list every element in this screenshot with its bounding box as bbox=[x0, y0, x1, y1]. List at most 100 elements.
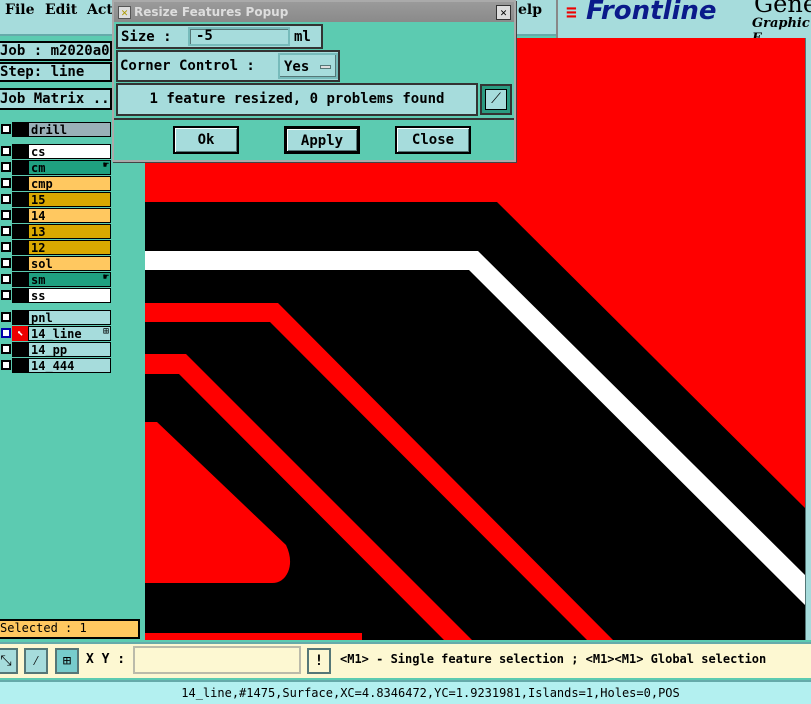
layer-name[interactable]: cmp bbox=[28, 176, 111, 191]
layer-checkbox[interactable] bbox=[1, 312, 11, 322]
size-unit: ml bbox=[294, 29, 311, 45]
layer-checkbox[interactable] bbox=[1, 124, 11, 134]
layer-marker bbox=[12, 176, 28, 191]
layer-marker bbox=[12, 310, 28, 325]
layer-row[interactable]: cs bbox=[0, 144, 112, 159]
layer-checkbox[interactable] bbox=[1, 194, 11, 204]
layer-name[interactable]: 14_444 bbox=[28, 358, 111, 373]
layer-checkbox[interactable] bbox=[1, 162, 11, 172]
apply-button[interactable]: Apply bbox=[284, 126, 360, 154]
selected-count: Selected : 1 bbox=[0, 619, 140, 639]
layer-mark-icon: ☛ bbox=[102, 272, 109, 283]
layer-checkbox[interactable] bbox=[1, 258, 11, 268]
corner-control-row: Corner Control : Yes bbox=[116, 50, 340, 82]
layer-name[interactable]: pnl bbox=[28, 310, 111, 325]
layer-marker bbox=[12, 144, 28, 159]
layer-row[interactable]: cm ☛ bbox=[0, 160, 112, 175]
layer-marker bbox=[12, 224, 28, 239]
red-bottom-bar bbox=[145, 633, 362, 640]
layer-marker bbox=[12, 288, 28, 303]
layer-row[interactable]: sol bbox=[0, 256, 112, 271]
layer-checkbox[interactable] bbox=[1, 146, 11, 156]
grid-snap-icon[interactable]: ⊞ bbox=[55, 648, 79, 674]
layer-marker bbox=[12, 342, 28, 357]
step-name: Step: line bbox=[0, 62, 112, 82]
layer-row[interactable]: 13 bbox=[0, 224, 112, 239]
layer-marker bbox=[12, 208, 28, 223]
layer-checkbox[interactable] bbox=[1, 328, 11, 338]
size-row: Size : -5 ml bbox=[116, 24, 323, 49]
layer-row[interactable]: 15 bbox=[0, 192, 112, 207]
menu-help[interactable]: elp bbox=[518, 2, 542, 18]
layer-name[interactable]: cm bbox=[28, 160, 111, 175]
layer-checkbox[interactable] bbox=[1, 360, 11, 370]
layer-checkbox[interactable] bbox=[1, 290, 11, 300]
layer-name[interactable]: cs bbox=[28, 144, 111, 159]
exclamation-icon[interactable]: ! bbox=[307, 648, 331, 674]
layer-marker bbox=[12, 256, 28, 271]
ok-button[interactable]: Ok bbox=[173, 126, 239, 154]
layer-name[interactable]: 14_line bbox=[28, 326, 111, 341]
layer-row[interactable]: 12 bbox=[0, 240, 112, 255]
layer-row[interactable]: 14_pp bbox=[0, 342, 112, 357]
graph-icon: ⟋ bbox=[485, 89, 507, 110]
layer-mark-icon: ⊞ bbox=[102, 326, 109, 337]
close-button[interactable]: Close bbox=[395, 126, 471, 154]
layer-marker bbox=[12, 160, 28, 175]
size-input[interactable]: -5 bbox=[188, 27, 290, 46]
layer-row[interactable]: ss bbox=[0, 288, 112, 303]
window-menu-icon[interactable]: ✕ bbox=[118, 6, 131, 19]
result-message: 1 feature resized, 0 problems found bbox=[116, 83, 478, 116]
layer-row[interactable]: 14_444 bbox=[0, 358, 112, 373]
layer-name[interactable]: drill bbox=[28, 122, 111, 137]
layer-list: drill cs cm ☛ cmp 15 14 13 12 sol sm ☛ ss pnl ⬉ 14_line… bbox=[0, 120, 113, 384]
measure-icon[interactable]: ⁄ bbox=[24, 648, 48, 674]
layer-checkbox[interactable] bbox=[1, 242, 11, 252]
xy-input[interactable] bbox=[133, 646, 301, 674]
bottom-toolbar: ⤡ ⁄ ⊞ X Y : ! <M1> - Single feature sele… bbox=[0, 642, 811, 678]
layer-marker bbox=[12, 272, 28, 287]
layer-row[interactable]: pnl bbox=[0, 310, 112, 325]
layer-mark-icon: ☛ bbox=[102, 160, 109, 171]
menu-edit[interactable]: Edit bbox=[45, 2, 77, 18]
logo-brand: Frontline bbox=[586, 0, 717, 26]
layer-checkbox[interactable] bbox=[1, 344, 11, 354]
layer-checkbox[interactable] bbox=[1, 210, 11, 220]
layer-row[interactable]: sm ☛ bbox=[0, 272, 112, 287]
xy-label: X Y : bbox=[86, 652, 126, 667]
zoom-fit-icon[interactable]: ⤡ bbox=[0, 648, 18, 674]
hint-text: <M1> - Single feature selection ; <M1><M… bbox=[340, 652, 767, 666]
job-name: Job : m2020a0 bbox=[0, 41, 112, 61]
logo-streaks-icon: ≡ bbox=[566, 2, 577, 23]
layer-name[interactable]: 14 bbox=[28, 208, 111, 223]
layer-name[interactable]: sm bbox=[28, 272, 111, 287]
layer-name[interactable]: 13 bbox=[28, 224, 111, 239]
layer-marker bbox=[12, 122, 28, 137]
menu-file[interactable]: File bbox=[5, 2, 34, 18]
layer-marker bbox=[12, 358, 28, 373]
job-matrix-button[interactable]: Job Matrix .. bbox=[0, 88, 112, 110]
layer-name[interactable]: sol bbox=[28, 256, 111, 271]
frontline-logo: ≡ Frontline Genesis Graphic E bbox=[556, 0, 811, 46]
layer-checkbox[interactable] bbox=[1, 226, 11, 236]
close-icon[interactable]: ✕ bbox=[496, 5, 511, 20]
layer-checkbox[interactable] bbox=[1, 274, 11, 284]
resize-features-dialog: Resize Features Popup ✕ ✕ Size : -5 ml C… bbox=[112, 0, 516, 162]
layer-marker bbox=[12, 240, 28, 255]
layer-name[interactable]: 15 bbox=[28, 192, 111, 207]
layer-row[interactable]: ⬉ 14_line ⊞ bbox=[0, 326, 112, 341]
layer-name[interactable]: ss bbox=[28, 288, 111, 303]
graph-button[interactable]: ⟋ bbox=[480, 84, 512, 115]
layer-row[interactable]: cmp bbox=[0, 176, 112, 191]
layer-row[interactable]: drill bbox=[0, 122, 112, 137]
layer-row[interactable]: 14 bbox=[0, 208, 112, 223]
corner-control-select[interactable]: Yes bbox=[278, 53, 338, 79]
layer-name[interactable]: 12 bbox=[28, 240, 111, 255]
vertical-scrollbar[interactable] bbox=[805, 38, 811, 640]
dialog-title: Resize Features Popup bbox=[114, 2, 514, 22]
layer-marker bbox=[12, 192, 28, 207]
layer-name[interactable]: 14_pp bbox=[28, 342, 111, 357]
size-label: Size : bbox=[121, 29, 172, 45]
menu-actions[interactable]: Act bbox=[87, 2, 113, 18]
layer-checkbox[interactable] bbox=[1, 178, 11, 188]
